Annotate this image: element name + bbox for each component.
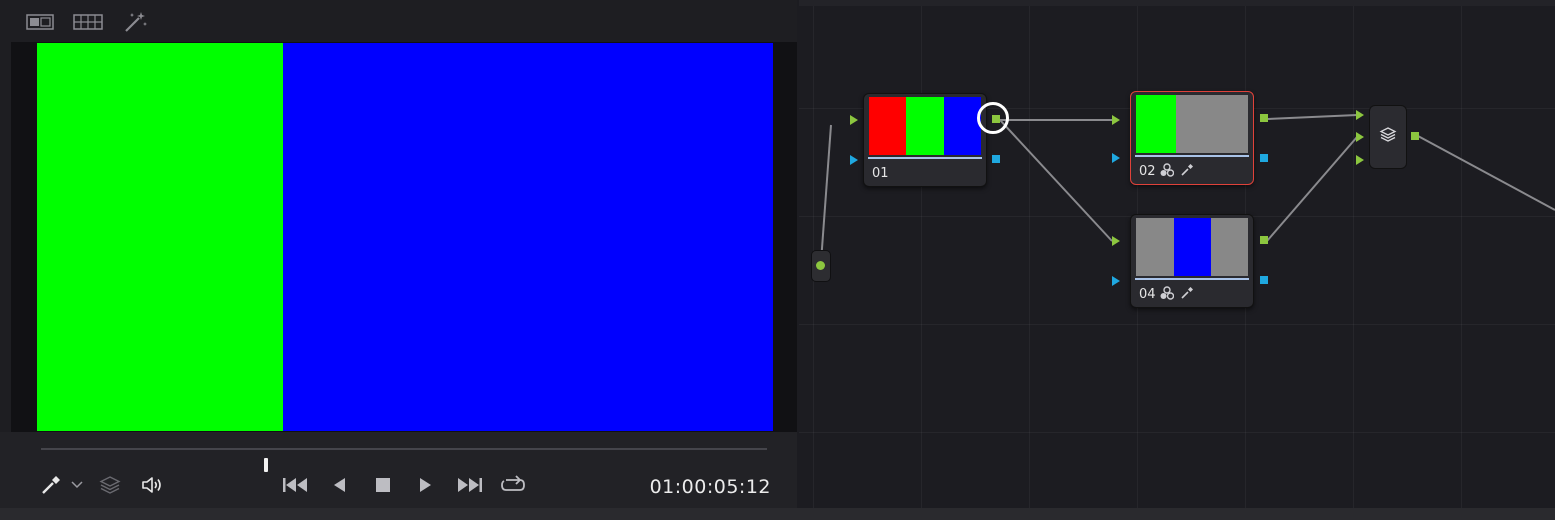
viewer-stage[interactable] [11,42,797,432]
thumb-gray-left [1136,218,1174,276]
node-04-alpha-output[interactable] [1260,276,1268,284]
node-02-label: 02 [1139,164,1156,179]
node-04[interactable]: 04 [1130,214,1254,308]
node-02-alpha-input[interactable] [1112,153,1120,163]
blue-color-bar [283,43,773,431]
node-02-divider [1135,155,1249,157]
source-input-node[interactable] [811,250,831,282]
qualifier-eyedropper-icon [1180,163,1194,177]
single-viewer-icon[interactable] [25,11,55,33]
layer-mixer-node[interactable] [1369,105,1407,169]
node-01-thumbnail [869,97,981,155]
skip-to-end-icon[interactable] [455,474,485,496]
node-02[interactable]: 02 [1130,91,1254,185]
layer-mixer-input-3[interactable] [1356,155,1364,165]
color-wheels-icon [1160,286,1174,300]
eyedropper-icon[interactable] [38,474,64,496]
node-02-tool-icons [1160,163,1194,177]
thumb-gray-right [1211,218,1248,276]
color-wheels-icon [1160,163,1174,177]
node-04-divider [1135,278,1249,280]
node-04-thumbnail [1136,218,1248,276]
magic-wand-icon[interactable] [120,11,150,33]
thumb-green-bar [1136,95,1176,153]
node-01[interactable]: 01 [863,93,987,187]
node-01-alpha-input[interactable] [850,155,858,165]
skip-to-start-icon[interactable] [280,474,310,496]
gallery-grid-icon[interactable] [73,11,103,33]
node-04-rgb-output[interactable] [1260,236,1268,244]
scrubber-track[interactable] [41,448,767,472]
video-frame[interactable] [37,43,773,431]
thumb-blue-bar [1174,218,1211,276]
node-02-thumbnail [1136,95,1248,153]
layer-mixer-input-2[interactable] [1356,132,1364,142]
bottom-status-strip [0,508,1555,520]
node-04-alpha-input[interactable] [1112,276,1120,286]
qualifier-eyedropper-icon [1180,286,1194,300]
layer-mixer-output[interactable] [1411,132,1419,140]
layer-mixer-icon [1379,126,1397,148]
node-02-rgb-output[interactable] [1260,114,1268,122]
cursor-highlight-ring [977,102,1009,134]
viewer-toolbar [0,0,797,42]
chevron-down-icon[interactable] [69,474,85,496]
timecode-display: 01:00:05:12 [649,476,771,498]
node-02-rgb-input[interactable] [1112,115,1120,125]
thumb-green-bar [906,97,944,155]
green-color-bar [37,43,283,431]
transport-bar: 01:00:05:12 [0,432,797,508]
node-01-divider [868,157,982,159]
thumb-red-bar [869,97,906,155]
playhead[interactable] [264,458,269,472]
play-icon[interactable] [414,474,438,496]
wire-source-to-01 [820,124,832,263]
node-02-alpha-output[interactable] [1260,154,1268,162]
node-04-label: 04 [1139,287,1156,302]
node-04-rgb-input[interactable] [1112,236,1120,246]
audio-icon[interactable] [139,474,165,496]
layer-mixer-input-1[interactable] [1356,110,1364,120]
wire-04-to-mixer [1266,136,1358,242]
thumb-blue-bar [944,97,981,155]
thumb-gray-area [1176,95,1248,153]
loop-icon[interactable] [498,474,528,496]
node-01-alpha-output[interactable] [992,155,1000,163]
layers-icon[interactable] [97,474,123,496]
source-input-dot[interactable] [816,261,825,270]
reverse-play-icon[interactable] [327,474,351,496]
node-01-label: 01 [872,166,889,181]
stop-icon[interactable] [371,474,395,496]
wire-mixer-to-output [1417,135,1555,211]
node-04-tool-icons [1160,286,1194,300]
node-graph-panel[interactable]: 01 02 04 [799,0,1555,508]
wire-01-to-04 [999,119,1113,242]
viewer-panel: 01:00:05:12 [0,0,797,508]
node-01-rgb-input[interactable] [850,115,858,125]
wire-02-to-mixer [1267,114,1358,120]
